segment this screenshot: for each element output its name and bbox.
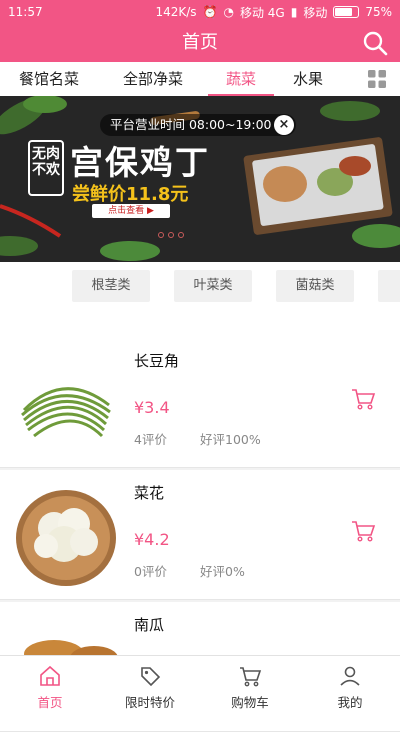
grid-menu-icon[interactable] — [368, 70, 386, 88]
home-icon — [40, 665, 60, 686]
battery-icon — [333, 6, 360, 18]
tab-vegetables[interactable]: 蔬菜 — [208, 62, 274, 96]
product-name: 长豆角 — [134, 352, 180, 370]
category-tabs: 餐馆名菜 全部净菜 蔬菜 水果 — [0, 62, 400, 96]
chip-more[interactable] — [378, 270, 400, 302]
nav-cart[interactable]: 购物车 — [200, 656, 300, 711]
tab-all-prepared[interactable]: 全部净菜 — [98, 62, 208, 96]
bottom-navigation: 首页 限时特价 购物车 我的 — [0, 655, 400, 711]
alarm-icon: ⏰ — [202, 5, 218, 19]
cart-icon — [240, 667, 262, 687]
add-to-cart-icon[interactable] — [350, 386, 376, 412]
product-image — [14, 350, 118, 458]
carousel-dot[interactable] — [168, 232, 174, 238]
carousel-dot[interactable] — [178, 232, 184, 238]
nav-flash-sale[interactable]: 限时特价 — [100, 656, 200, 711]
chip-mushrooms[interactable]: 菌菇类 — [276, 270, 354, 302]
product-name: 南瓜 — [134, 616, 165, 634]
banner-view-button[interactable]: 点击查看 ▶ — [92, 204, 170, 218]
tab-fruits[interactable]: 水果 — [274, 62, 342, 96]
add-to-cart-icon[interactable] — [350, 518, 376, 544]
product-price: ¥3.4 — [134, 398, 170, 417]
banner-price-label: 尝鲜价11.8元 — [72, 184, 189, 205]
review-count: 4评价 — [134, 432, 167, 447]
nav-home[interactable]: 首页 — [0, 656, 100, 711]
product-image — [14, 482, 118, 590]
business-hours-notice: 平台营业时间 08:00~19:00 — [100, 114, 296, 136]
network-speed: 142K/s — [155, 5, 197, 19]
subcategory-bar: 根茎类 叶菜类 菌菇类 — [0, 262, 400, 338]
list-item[interactable]: 长豆角 ¥3.4 4评价 好评100% — [0, 338, 400, 468]
product-price: ¥4.2 — [134, 530, 170, 549]
nav-label: 购物车 — [231, 695, 269, 710]
status-bar: 11:57 142K/s ⏰ ◔ 移动 4G ▮ 移动 75% — [0, 0, 400, 24]
carousel-dots — [158, 232, 184, 238]
tag-icon — [141, 667, 161, 687]
status-right: 142K/s ⏰ ◔ 移动 4G ▮ 移动 75% — [155, 4, 392, 21]
carousel-dot[interactable] — [158, 232, 164, 238]
status-time: 11:57 — [8, 5, 43, 19]
chip-root-vegetables[interactable]: 根茎类 — [72, 270, 150, 302]
user-icon — [340, 666, 360, 686]
positive-rating: 好评100% — [200, 432, 261, 447]
app-header: 首页 — [0, 24, 400, 62]
page-title: 首页 — [182, 32, 218, 53]
list-item[interactable]: 菜花 ¥4.2 0评价 好评0% — [0, 470, 400, 600]
tab-restaurant-dishes[interactable]: 餐馆名菜 — [0, 62, 98, 96]
close-icon[interactable]: × — [274, 115, 294, 135]
banner-badge: 无肉不欢 — [28, 140, 64, 196]
product-name: 菜花 — [134, 484, 165, 502]
nav-label: 首页 — [37, 695, 63, 710]
battery-percent: 75% — [365, 5, 392, 19]
signal-icon: ▮ — [290, 5, 298, 19]
nav-label: 我的 — [337, 695, 363, 710]
wifi-icon: ◔ — [223, 5, 234, 19]
carrier-1: 移动 4G — [239, 5, 285, 20]
nav-profile[interactable]: 我的 — [300, 656, 400, 711]
review-count: 0评价 — [134, 564, 167, 579]
nav-label: 限时特价 — [124, 695, 175, 710]
carrier-2: 移动 — [303, 5, 328, 20]
search-icon[interactable] — [362, 30, 388, 56]
positive-rating: 好评0% — [200, 564, 245, 579]
banner-dish-title: 宫保鸡丁 — [70, 143, 210, 182]
chip-leafy-vegetables[interactable]: 叶菜类 — [174, 270, 252, 302]
